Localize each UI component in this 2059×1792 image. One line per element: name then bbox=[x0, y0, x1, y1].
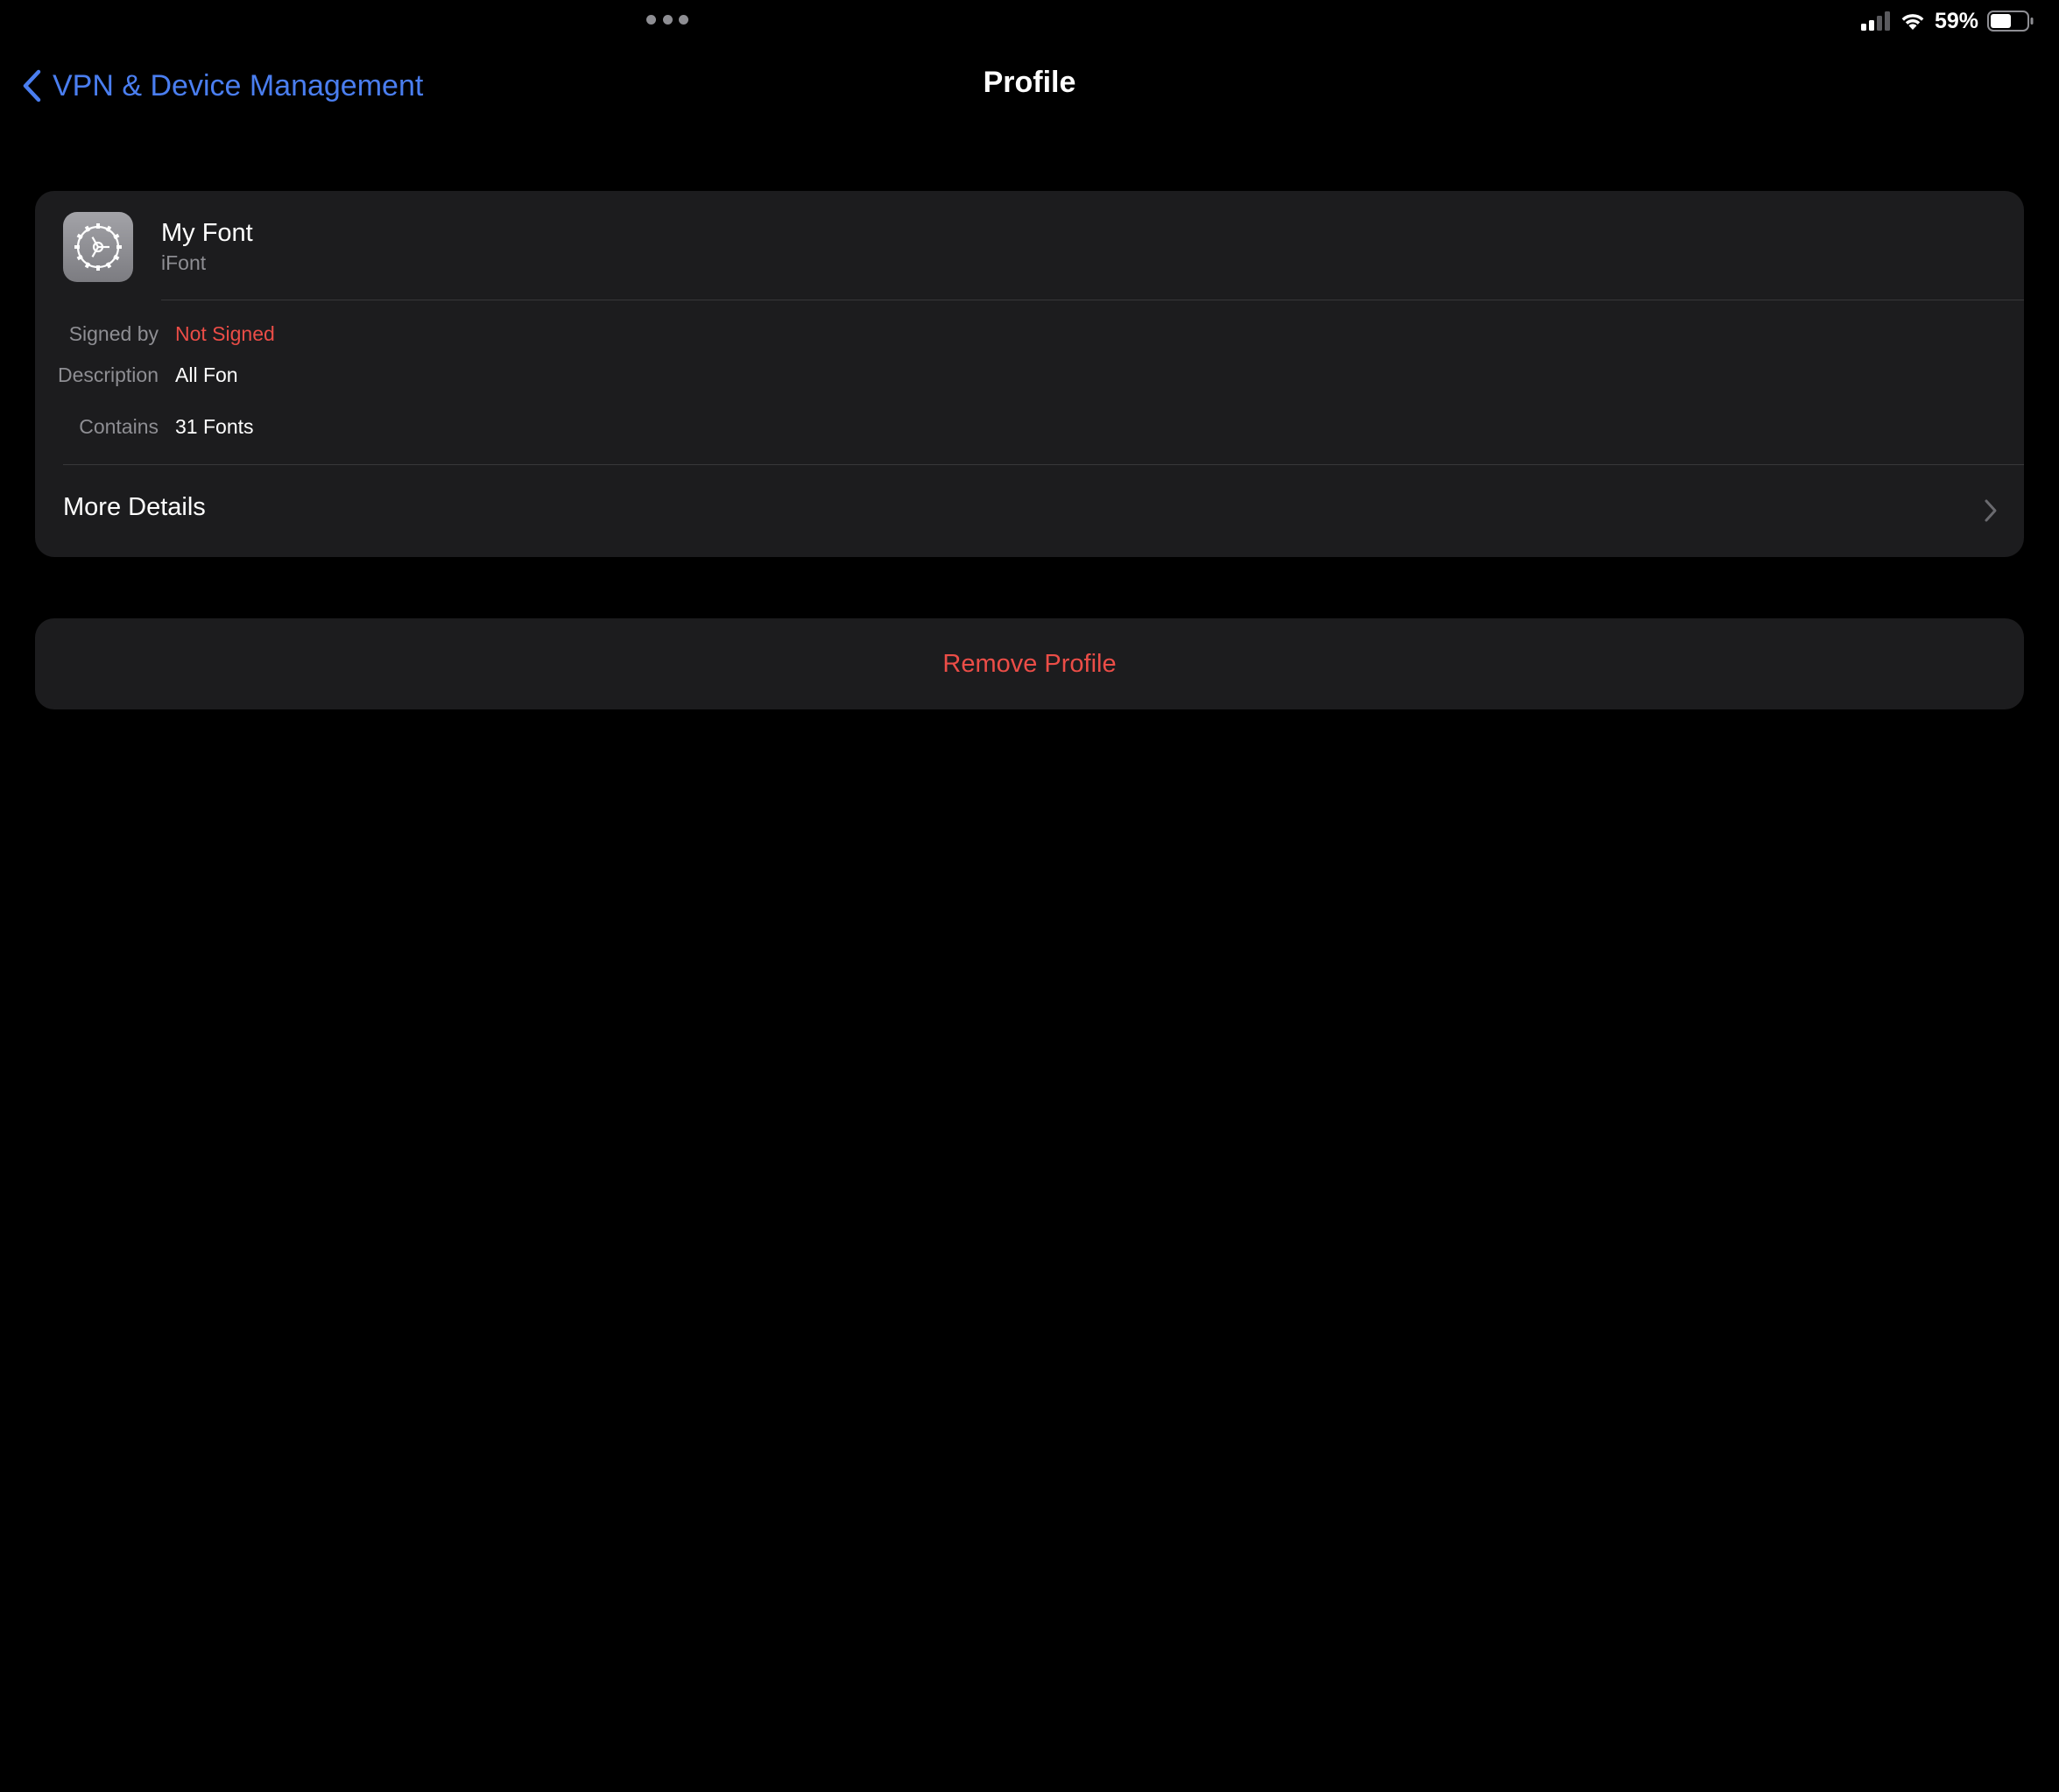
profile-text: My Font iFont bbox=[161, 217, 253, 277]
cellular-signal-icon bbox=[1860, 11, 1890, 31]
detail-row-contains: Contains 31 Fonts bbox=[35, 411, 254, 442]
profile-organization: iFont bbox=[161, 251, 207, 274]
detail-row-description: Description All Fon bbox=[35, 359, 238, 391]
status-bar-right: 59% bbox=[1860, 7, 2034, 35]
settings-gear-icon bbox=[63, 212, 133, 282]
profile-name: My Font bbox=[161, 219, 253, 247]
page-title: Profile bbox=[983, 66, 1076, 99]
wifi-icon bbox=[1901, 14, 1924, 30]
detail-row-signed-by: Signed by Not Signed bbox=[35, 318, 275, 349]
profile-header: My Font iFont bbox=[63, 212, 253, 282]
more-details-label: More Details bbox=[63, 493, 206, 521]
multitasking-dots[interactable] bbox=[646, 15, 688, 25]
dot bbox=[679, 15, 688, 25]
detail-label: Contains bbox=[79, 414, 159, 438]
battery-percentage: 59% bbox=[1934, 8, 1978, 33]
signature-status: Not Signed bbox=[175, 321, 275, 345]
profile-card: My Font iFont Signed by Not Signed Descr… bbox=[35, 191, 2024, 557]
detail-value: All Fon bbox=[175, 363, 238, 386]
more-details-row[interactable]: More Details bbox=[35, 465, 2024, 557]
detail-label: Description bbox=[57, 363, 159, 386]
dot bbox=[646, 15, 656, 25]
chevron-right-icon bbox=[1985, 499, 1997, 522]
remove-profile-label: Remove Profile bbox=[942, 649, 1117, 678]
detail-label: Signed by bbox=[68, 321, 159, 345]
battery-icon bbox=[1987, 11, 2034, 32]
remove-profile-button[interactable]: Remove Profile bbox=[35, 618, 2024, 709]
detail-value: 31 Fonts bbox=[175, 414, 254, 438]
dot bbox=[662, 15, 673, 25]
